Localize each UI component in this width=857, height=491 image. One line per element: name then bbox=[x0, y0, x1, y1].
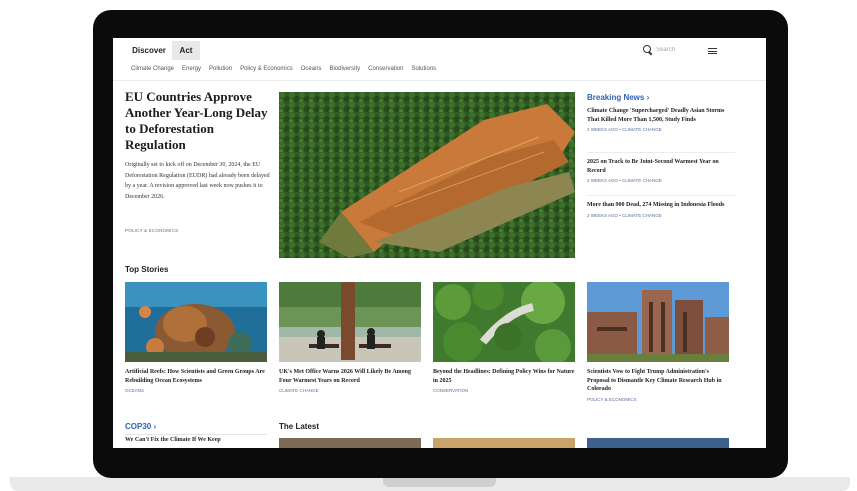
tab-discover[interactable]: Discover bbox=[126, 41, 172, 60]
story-title[interactable]: UK's Met Office Warns 2026 Will Likely B… bbox=[279, 368, 421, 385]
tab-act[interactable]: Act bbox=[172, 41, 200, 60]
top-navigation: Discover Act bbox=[113, 38, 766, 60]
category-solutions[interactable]: Solutions bbox=[411, 66, 436, 72]
top-stories-header: Top Stories bbox=[125, 265, 169, 274]
breaking-news-meta: 2 WEEKS AGO • CLIMATE CHANGE bbox=[587, 212, 662, 218]
latest-story-image[interactable] bbox=[279, 438, 421, 448]
category-energy[interactable]: Energy bbox=[182, 66, 201, 72]
category-oceans[interactable]: Oceans bbox=[301, 66, 322, 72]
category-biodiversity[interactable]: Biodiversity bbox=[329, 66, 360, 72]
the-latest-header: The Latest bbox=[279, 422, 320, 431]
browser-screen: Discover Act Climate Change Energy Pollu… bbox=[113, 38, 766, 448]
story-image-green-canopy[interactable] bbox=[433, 282, 575, 362]
breaking-news-title[interactable]: Climate Change 'Supercharged' Deadly Asi… bbox=[587, 107, 735, 124]
story-category-tag[interactable]: CLIMATE CHANGE bbox=[279, 388, 421, 393]
breaking-news-meta: 2 WEEKS AGO • CLIMATE CHANGE bbox=[587, 178, 662, 183]
category-conservation[interactable]: Conservation bbox=[368, 66, 403, 72]
search-input[interactable] bbox=[656, 46, 696, 53]
story-image-research-building[interactable] bbox=[587, 282, 729, 362]
category-pollution[interactable]: Pollution bbox=[209, 66, 232, 72]
laptop-notch bbox=[383, 477, 496, 487]
category-navigation: Climate Change Energy Pollution Policy &… bbox=[131, 66, 436, 72]
breaking-news-title[interactable]: More than 900 Dead, 274 Missing in Indon… bbox=[587, 201, 735, 210]
hero-image-deforestation[interactable] bbox=[279, 92, 575, 258]
breaking-news-meta: 2 WEEKS AGO • CLIMATE CHANGE bbox=[587, 127, 662, 132]
story-card[interactable]: UK's Met Office Warns 2026 Will Likely B… bbox=[279, 282, 421, 393]
story-card[interactable]: Artificial Reefs: How Scientists and Gre… bbox=[125, 282, 267, 393]
nav-divider bbox=[113, 80, 766, 81]
story-card[interactable]: Beyond the Headlines: Defining Policy Wi… bbox=[433, 282, 575, 393]
story-category-tag[interactable]: POLICY & ECONOMICS bbox=[587, 397, 729, 402]
hero-headline[interactable]: EU Countries Approve Another Year-Long D… bbox=[125, 89, 270, 153]
breaking-news-divider bbox=[587, 195, 735, 196]
breaking-news-item[interactable]: More than 900 Dead, 274 Missing in Indon… bbox=[587, 201, 735, 218]
story-category-tag[interactable]: OCEANS bbox=[125, 388, 267, 393]
latest-story-image[interactable] bbox=[433, 438, 575, 448]
hero-summary: Originally set to kick off on December 3… bbox=[125, 162, 270, 200]
story-image-reef[interactable] bbox=[125, 282, 267, 362]
story-title[interactable]: Scientists Vow to Fight Trump Administra… bbox=[587, 368, 729, 394]
search-icon[interactable] bbox=[643, 45, 652, 54]
cop30-header[interactable]: COP30 › bbox=[125, 422, 156, 431]
story-card[interactable]: Scientists Vow to Fight Trump Administra… bbox=[587, 282, 729, 402]
cop30-story-title[interactable]: We Can't Fix the Climate If We Keep bbox=[125, 437, 221, 443]
hamburger-menu-icon[interactable] bbox=[708, 48, 717, 54]
breaking-news-divider bbox=[587, 152, 735, 153]
cop30-divider bbox=[125, 434, 267, 435]
category-policy-economics[interactable]: Policy & Economics bbox=[240, 66, 293, 72]
story-title[interactable]: Beyond the Headlines: Defining Policy Wi… bbox=[433, 368, 575, 385]
breaking-news-item[interactable]: Climate Change 'Supercharged' Deadly Asi… bbox=[587, 107, 735, 132]
breaking-news-item[interactable]: 2025 on Track to Be Joint-Second Warmest… bbox=[587, 158, 735, 183]
story-image-park-bench[interactable] bbox=[279, 282, 421, 362]
story-category-tag[interactable]: CONSERVATION bbox=[433, 388, 575, 393]
breaking-news-title[interactable]: 2025 on Track to Be Joint-Second Warmest… bbox=[587, 158, 735, 175]
latest-story-image[interactable] bbox=[587, 438, 729, 448]
category-climate-change[interactable]: Climate Change bbox=[131, 66, 174, 72]
hero-category-tag[interactable]: POLICY & ECONOMICS bbox=[125, 228, 178, 233]
story-title[interactable]: Artificial Reefs: How Scientists and Gre… bbox=[125, 368, 267, 385]
breaking-news-header[interactable]: Breaking News › bbox=[587, 93, 649, 102]
search-box[interactable] bbox=[643, 45, 696, 54]
